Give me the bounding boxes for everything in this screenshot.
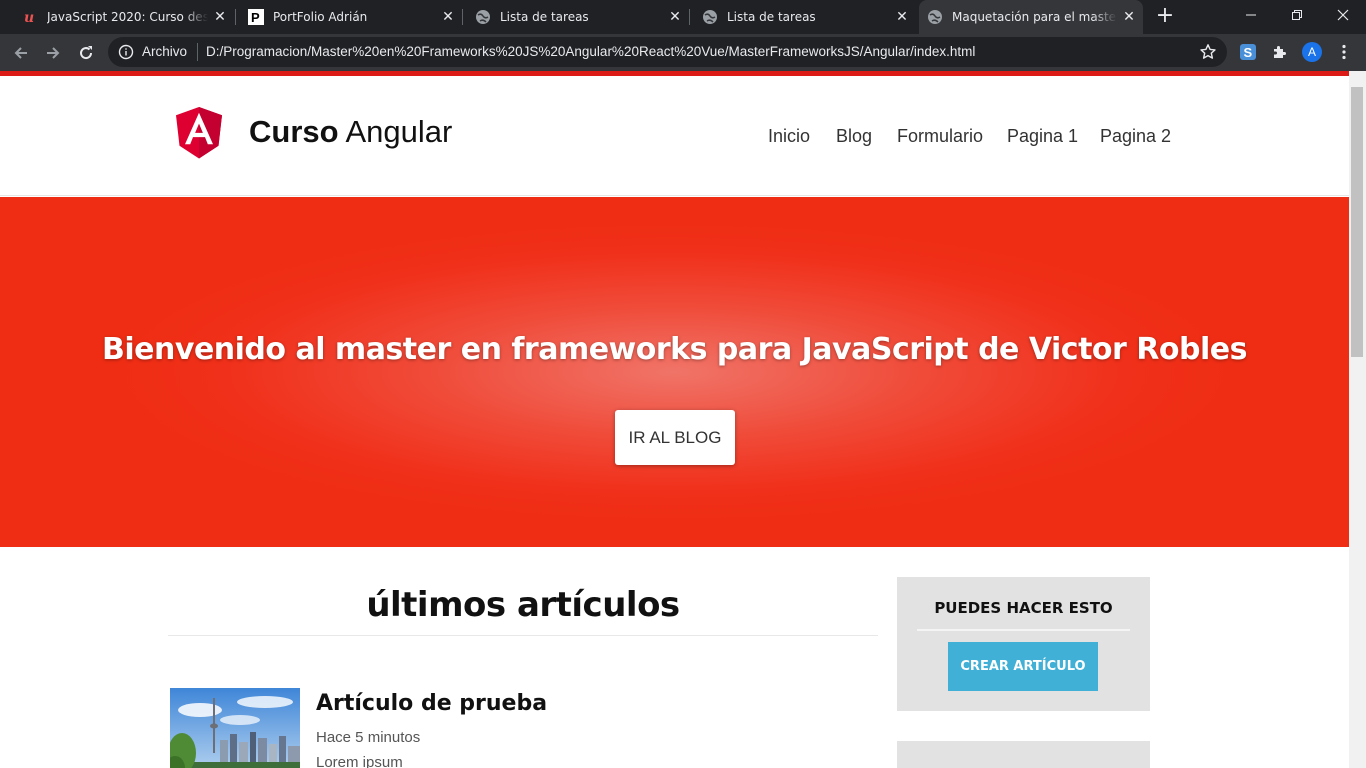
- svg-text:S: S: [1244, 45, 1253, 60]
- tab-divider: [235, 9, 236, 25]
- bookmark-star-icon[interactable]: [1199, 43, 1217, 61]
- sidebar-actions-box: PUEDES HACER ESTO CREAR ARTÍCULO: [897, 577, 1150, 711]
- section-title: últimos artículos: [366, 585, 680, 625]
- create-article-button[interactable]: CREAR ARTÍCULO: [948, 642, 1098, 691]
- nav-link-inicio[interactable]: Inicio: [768, 126, 810, 147]
- tab-title: JavaScript 2020: Curso desde P: [47, 10, 208, 24]
- article-thumbnail[interactable]: [170, 688, 300, 768]
- close-tab-icon[interactable]: ✕: [1121, 9, 1137, 25]
- scrollbar-thumb[interactable]: [1351, 87, 1363, 357]
- svg-text:u: u: [24, 10, 34, 25]
- browser-tab-active[interactable]: Maquetación para el master en ✕: [919, 0, 1143, 34]
- reload-icon: [80, 46, 93, 60]
- portfolio-icon: P: [248, 9, 264, 25]
- section-divider: [168, 635, 878, 636]
- address-bar[interactable]: Archivo D:/Programacion/Master%20en%20Fr…: [108, 37, 1227, 67]
- sidebar-box-title: PUEDES HACER ESTO: [934, 599, 1113, 617]
- back-arrow-icon: [14, 47, 27, 59]
- page-scrollbar[interactable]: [1349, 71, 1366, 768]
- main-content: últimos artículos Artículo de prueba Hac…: [0, 547, 1349, 768]
- browser-tab-strip: u JavaScript 2020: Curso desde P ✕ P Por…: [0, 0, 1366, 34]
- browser-tab[interactable]: P PortFolio Adrián ✕: [240, 0, 462, 34]
- site-brand[interactable]: Curso Angular: [249, 114, 452, 150]
- article-excerpt: Lorem ipsum: [316, 754, 403, 768]
- nav-link-blog[interactable]: Blog: [836, 126, 872, 147]
- close-tab-icon[interactable]: ✕: [440, 9, 456, 25]
- nav-link-pagina-1[interactable]: Pagina 1: [1007, 126, 1078, 147]
- article-title[interactable]: Artículo de prueba: [316, 691, 547, 716]
- forward-button[interactable]: [40, 40, 66, 66]
- browser-toolbar: Archivo D:/Programacion/Master%20en%20Fr…: [0, 34, 1366, 71]
- browser-tab[interactable]: Lista de tareas ✕: [694, 0, 916, 34]
- tab-divider: [462, 9, 463, 25]
- web-page: Curso Angular Inicio Blog Formulario Pag…: [0, 76, 1349, 768]
- tab-title: Lista de tareas: [500, 10, 589, 24]
- address-divider: [197, 43, 198, 61]
- extension-s-icon[interactable]: S: [1238, 42, 1258, 62]
- tab-title: Lista de tareas: [727, 10, 816, 24]
- tab-title: Maquetación para el master en: [952, 10, 1117, 24]
- browser-menu-icon[interactable]: [1334, 42, 1354, 62]
- go-to-blog-button[interactable]: IR AL BLOG: [615, 410, 735, 465]
- nav-link-formulario[interactable]: Formulario: [897, 126, 983, 147]
- svg-text:P: P: [251, 10, 260, 25]
- brand-bold-text: Curso: [249, 114, 339, 149]
- sidebar-box-2: [897, 741, 1150, 768]
- globe-icon: [475, 9, 491, 25]
- udemy-icon: u: [22, 9, 38, 25]
- close-tab-icon[interactable]: ✕: [667, 9, 683, 25]
- tab-divider: [689, 9, 690, 25]
- browser-tab[interactable]: Lista de tareas ✕: [467, 0, 689, 34]
- url-text[interactable]: D:/Programacion/Master%20en%20Frameworks…: [206, 44, 975, 59]
- hero-banner: Bienvenido al master en frameworks para …: [0, 197, 1349, 547]
- reload-button[interactable]: [73, 40, 99, 66]
- profile-initial: A: [1302, 42, 1322, 62]
- info-icon[interactable]: [118, 44, 134, 60]
- close-window-button[interactable]: [1320, 0, 1366, 30]
- nav-link-pagina-2[interactable]: Pagina 2: [1100, 126, 1171, 147]
- close-tab-icon[interactable]: ✕: [212, 9, 228, 25]
- close-tab-icon[interactable]: ✕: [894, 9, 910, 25]
- forward-arrow-icon: [47, 47, 60, 59]
- restore-button[interactable]: [1274, 0, 1320, 30]
- new-tab-button[interactable]: +: [1154, 5, 1176, 28]
- profile-avatar[interactable]: A: [1302, 42, 1322, 62]
- site-header: Curso Angular Inicio Blog Formulario Pag…: [0, 76, 1349, 196]
- sidebar-divider: [917, 629, 1130, 631]
- article-date: Hace 5 minutos: [316, 729, 421, 746]
- tab-title: PortFolio Adrián: [273, 10, 368, 24]
- scheme-label: Archivo: [142, 44, 188, 59]
- browser-tab[interactable]: u JavaScript 2020: Curso desde P ✕: [14, 0, 234, 34]
- extensions-puzzle-icon[interactable]: [1270, 42, 1290, 62]
- brand-light-text: Angular: [345, 114, 453, 149]
- globe-icon: [927, 9, 943, 25]
- globe-icon: [702, 9, 718, 25]
- angular-logo-icon[interactable]: [175, 107, 223, 159]
- hero-title: Bienvenido al master en frameworks para …: [102, 332, 1247, 367]
- back-button[interactable]: [8, 40, 34, 66]
- minimize-button[interactable]: [1228, 0, 1274, 30]
